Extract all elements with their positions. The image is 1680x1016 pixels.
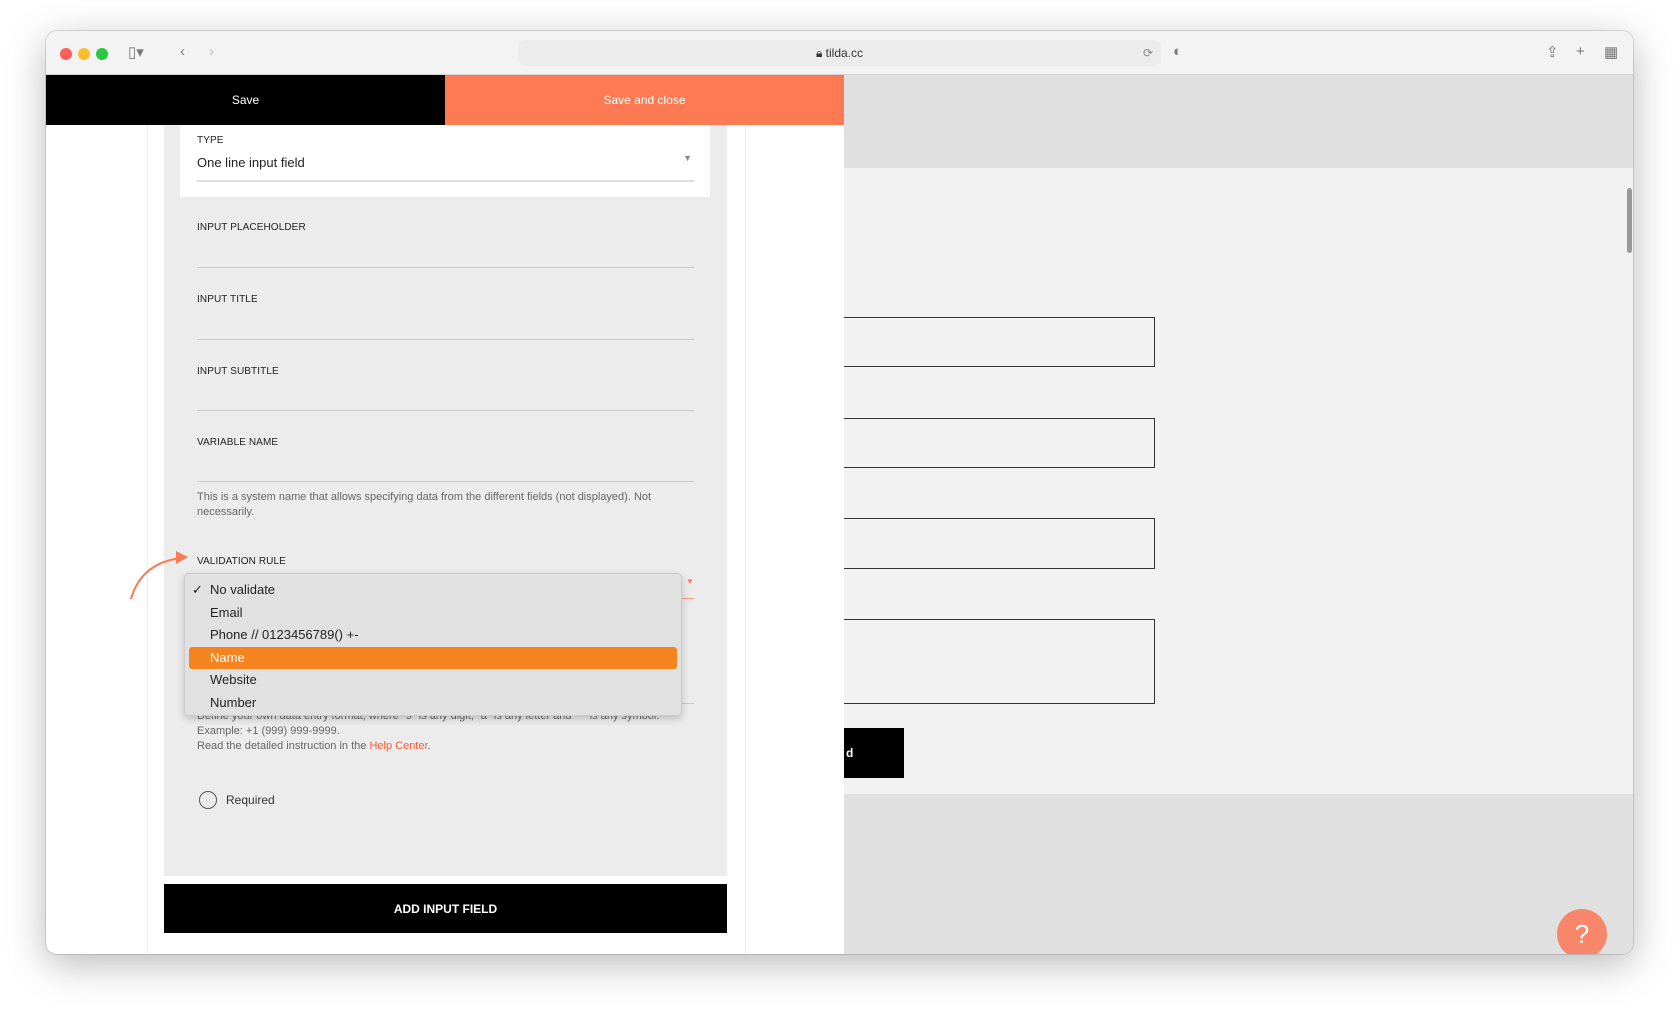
option-no-validate[interactable]: ✓ No validate	[189, 579, 677, 602]
help-hint-text: Read the detailed instruction in the	[197, 740, 370, 752]
preview-submit-button[interactable]: d	[844, 728, 904, 778]
type-label: TYPE	[197, 135, 224, 146]
back-icon[interactable]: ‹	[180, 43, 185, 60]
help-hint-end: .	[427, 740, 431, 752]
close-window-button[interactable]	[60, 48, 72, 60]
minimize-window-button[interactable]	[78, 48, 90, 60]
shield-icon[interactable]: ◐	[1173, 43, 1182, 60]
url-text: tilda.cc	[825, 46, 864, 60]
forward-icon[interactable]: ›	[209, 43, 214, 60]
scrollbar[interactable]	[1627, 188, 1632, 253]
field-settings-panel: Save Save and close TYPE One line input …	[46, 75, 844, 954]
validation-dropdown-menu[interactable]: ✓ No validate Email Phone // 0123456789()…	[184, 573, 682, 716]
subtitle-input[interactable]	[197, 410, 694, 411]
preview-input[interactable]	[844, 418, 1155, 468]
help-button[interactable]: ?	[1557, 909, 1607, 954]
placeholder-input[interactable]	[197, 267, 694, 268]
lock-icon: 🔒︎	[815, 46, 826, 60]
preview-input[interactable]	[844, 518, 1155, 569]
required-checkbox[interactable]	[199, 791, 217, 809]
subtitle-label: INPUT SUBTITLE	[197, 366, 279, 377]
add-input-field-button[interactable]: ADD INPUT FIELD	[164, 884, 727, 933]
preview-textarea[interactable]	[844, 619, 1155, 704]
preview-input[interactable]	[844, 317, 1155, 367]
type-value: One line input field	[197, 155, 305, 170]
sidebar-toggle-icon[interactable]: ▯▾	[128, 43, 144, 61]
chevron-down-icon: ▼	[686, 577, 694, 586]
help-hint: Read the detailed instruction in the Hel…	[197, 739, 697, 754]
option-number[interactable]: Number	[189, 692, 677, 715]
required-label: Required	[226, 793, 275, 807]
tab-overview-icon[interactable]: ▦	[1604, 43, 1618, 61]
placeholder-label: INPUT PLACEHOLDER	[197, 222, 306, 233]
share-icon[interactable]: ⇪	[1546, 43, 1559, 61]
variable-label: VARIABLE NAME	[197, 437, 279, 448]
browser-toolbar: ▯▾ ‹ › 🔒︎ tilda.cc ⟳ ◐ ⇪ + ▦	[46, 31, 1633, 75]
option-name[interactable]: Name	[189, 646, 677, 669]
title-label: INPUT TITLE	[197, 294, 258, 305]
address-bar[interactable]: 🔒︎ tilda.cc ⟳	[518, 40, 1161, 66]
variable-input[interactable]	[197, 481, 694, 482]
type-select[interactable]: TYPE One line input field ▼	[180, 125, 710, 197]
save-and-close-button[interactable]: Save and close	[445, 75, 844, 125]
help-center-link[interactable]: Help Center	[369, 740, 427, 752]
divider	[745, 125, 746, 954]
divider	[147, 125, 148, 954]
option-website[interactable]: Website	[189, 669, 677, 692]
form-preview: d ?	[844, 75, 1633, 954]
option-email[interactable]: Email	[189, 602, 677, 625]
maximize-window-button[interactable]	[96, 48, 108, 60]
title-input[interactable]	[197, 339, 694, 340]
new-tab-icon[interactable]: +	[1576, 43, 1585, 60]
mask-example: Example: +1 (999) 999-9999.	[197, 725, 340, 737]
checkmark-icon: ✓	[192, 582, 203, 597]
save-button[interactable]: Save	[46, 75, 445, 125]
chevron-down-icon: ▼	[683, 153, 692, 163]
field-card: TYPE One line input field ▼ INPUT PLACEH…	[164, 125, 727, 876]
option-phone[interactable]: Phone // 0123456789() +-	[189, 624, 677, 647]
validation-label: VALIDATION RULE	[197, 556, 286, 567]
browser-window: ▯▾ ‹ › 🔒︎ tilda.cc ⟳ ◐ ⇪ + ▦ Save Save a…	[46, 31, 1633, 954]
reload-icon[interactable]: ⟳	[1143, 40, 1153, 66]
variable-hint: This is a system name that allows specif…	[197, 491, 652, 518]
